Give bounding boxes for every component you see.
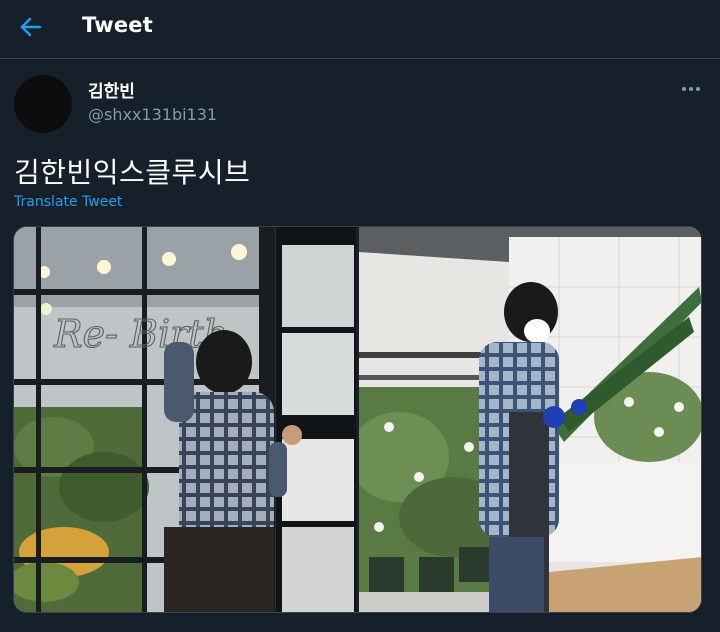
photo-window-scene: Re- Birth (14, 227, 356, 612)
avatar[interactable] (14, 75, 72, 133)
more-horizontal-icon (682, 87, 700, 91)
photo-flowers-scene (359, 227, 701, 612)
more-options-button[interactable] (674, 78, 708, 100)
translate-tweet-link[interactable]: Translate Tweet (14, 194, 122, 210)
page-title: Tweet (82, 13, 153, 37)
tweet-photo-1[interactable]: Re- Birth (14, 227, 356, 612)
tweet-text: 김한빈익스클루시브 (14, 156, 251, 189)
author-handle[interactable]: @shxx131bi131 (88, 105, 217, 124)
arrow-left-icon (20, 17, 42, 37)
tweet-photo-2[interactable] (359, 227, 701, 612)
tweet-media-grid: Re- Birth (13, 226, 702, 613)
back-button[interactable] (14, 12, 48, 42)
author-display-name[interactable]: 김한빈 (88, 77, 135, 102)
header-bar: Tweet (0, 0, 720, 59)
